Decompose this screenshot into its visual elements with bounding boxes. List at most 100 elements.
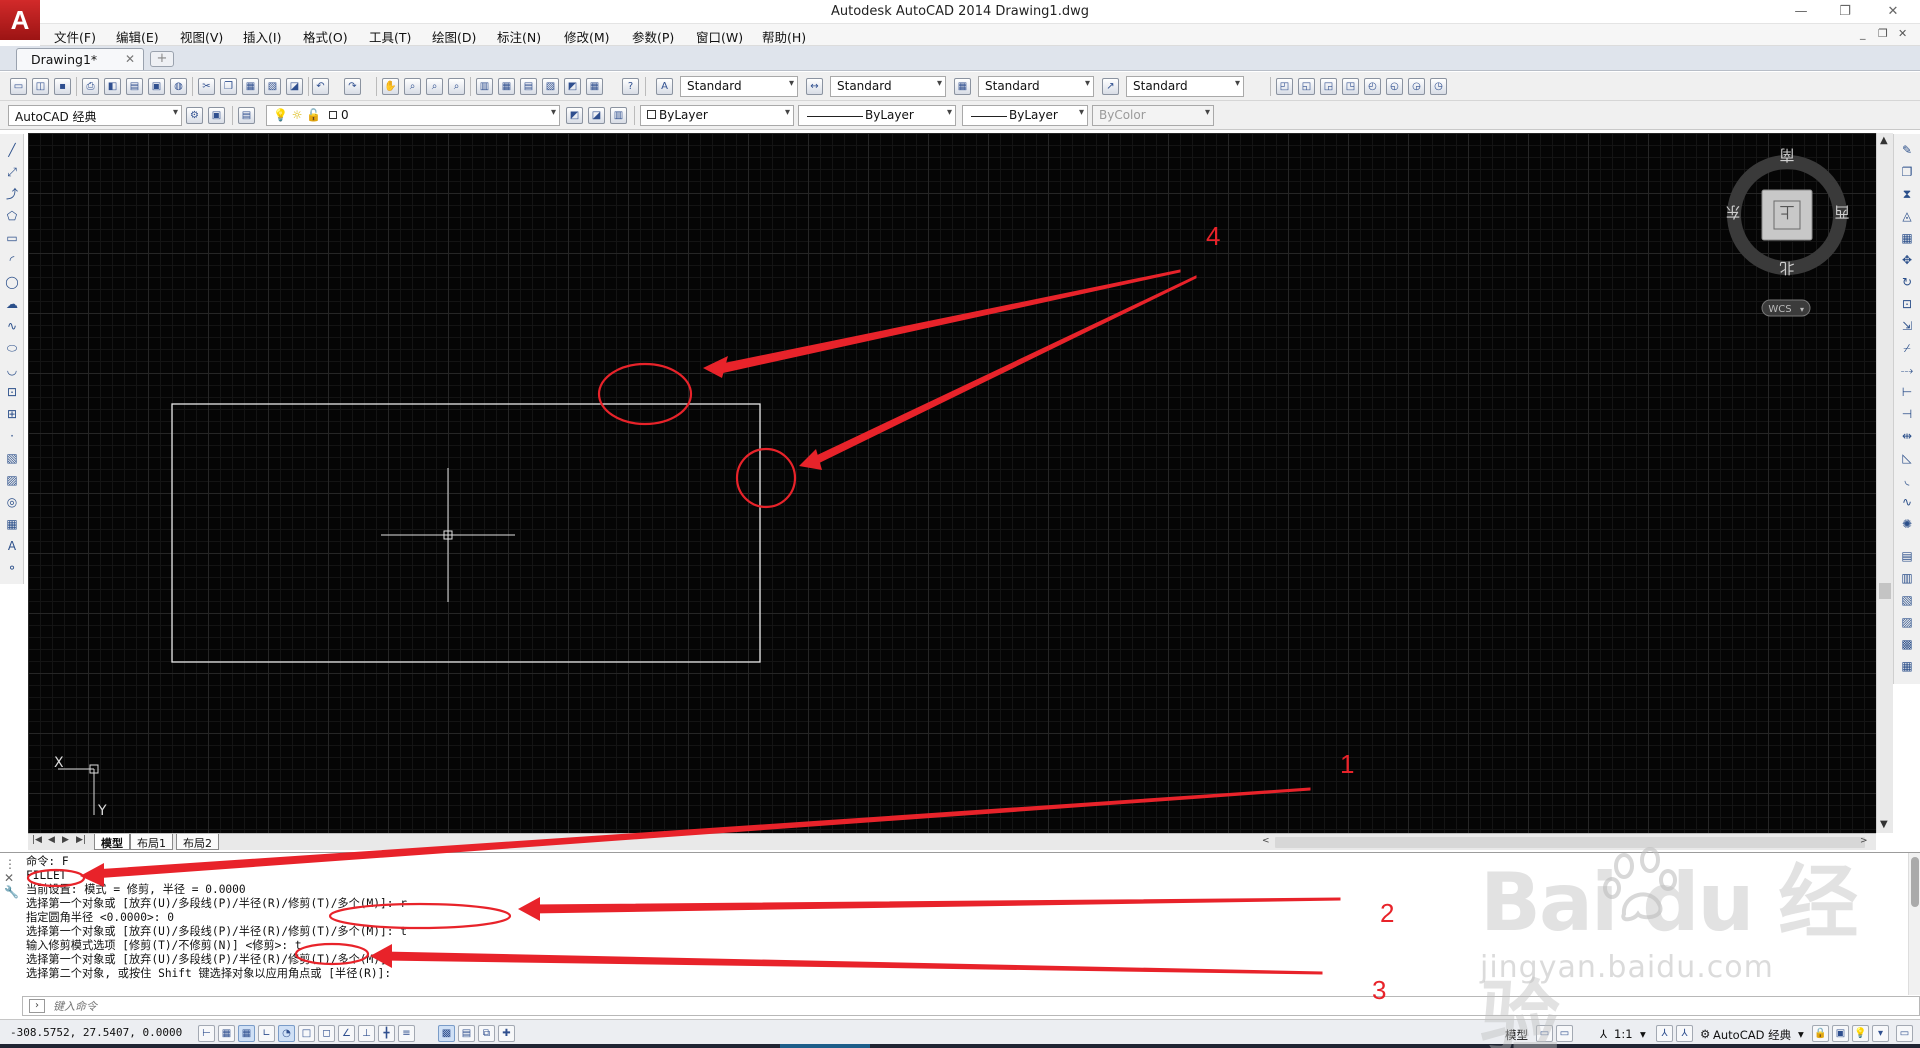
- redo-icon[interactable]: ↷: [344, 78, 361, 95]
- view-icon-7[interactable]: ◶: [1408, 78, 1425, 95]
- region-icon[interactable]: ◎: [4, 494, 20, 510]
- annotation-scale[interactable]: 1:1: [1614, 1027, 1633, 1041]
- menu-modify[interactable]: 修改(M): [564, 27, 610, 46]
- move-icon[interactable]: ✥: [1899, 252, 1915, 268]
- join-icon[interactable]: ⇹: [1899, 428, 1915, 444]
- last-layout-icon[interactable]: ▶|: [76, 835, 86, 845]
- menu-format[interactable]: 格式(O): [303, 27, 348, 46]
- infer-constraints-icon[interactable]: ⊢: [198, 1025, 215, 1042]
- command-input[interactable]: [53, 999, 653, 1014]
- new-icon[interactable]: ▭: [10, 78, 27, 95]
- copy-object-icon[interactable]: ❐: [1899, 164, 1915, 180]
- drawing-canvas[interactable]: [28, 133, 1876, 833]
- quickcalc-icon[interactable]: ▦: [586, 78, 603, 95]
- layer-select[interactable]: 💡 ☼ 🔓 0 ▾: [266, 105, 560, 126]
- make-block-icon[interactable]: ⊞: [4, 406, 20, 422]
- rectangle-icon[interactable]: ▭: [4, 230, 20, 246]
- ellipse-arc-icon[interactable]: ◡: [4, 362, 20, 378]
- lineweight-select[interactable]: ByLayer ▾: [962, 105, 1088, 126]
- tool-palettes-icon[interactable]: ▤: [520, 78, 537, 95]
- dynamic-ucs-icon[interactable]: ⊥: [358, 1025, 375, 1042]
- hscroll-left-icon[interactable]: <: [1262, 836, 1270, 846]
- block-editor-icon[interactable]: ◪: [286, 78, 303, 95]
- multileader-style-select[interactable]: Standard ▾: [1126, 76, 1244, 97]
- menu-help[interactable]: 帮助(H): [762, 27, 806, 46]
- view-icon-2[interactable]: ◱: [1298, 78, 1315, 95]
- markup-icon[interactable]: ◩: [564, 78, 581, 95]
- vertical-scrollbar[interactable]: ▲ ▼: [1876, 133, 1893, 833]
- workspace-switch-icon[interactable]: ⚙: [1700, 1027, 1710, 1041]
- save-icon[interactable]: ▪: [54, 78, 71, 95]
- isolate-objects-icon[interactable]: 💡: [1852, 1025, 1869, 1042]
- menu-view[interactable]: 视图(V): [180, 27, 223, 46]
- tab-layout2[interactable]: 布局2: [176, 834, 219, 850]
- design-center-panel-icon[interactable]: ▦: [498, 78, 515, 95]
- restore-button[interactable]: ❐: [1830, 2, 1860, 22]
- horizontal-scroll-thumb[interactable]: [1275, 837, 1865, 848]
- menu-parametric[interactable]: 参数(P): [632, 27, 674, 46]
- quick-view-drawings-icon[interactable]: ▭: [1556, 1025, 1573, 1042]
- add-selected-icon[interactable]: ⚬: [4, 560, 20, 576]
- zoom-previous-icon[interactable]: ⌕: [448, 78, 465, 95]
- spline-icon[interactable]: ∿: [4, 318, 20, 334]
- dim-style-icon[interactable]: ↔: [806, 78, 823, 95]
- selection-cycling-icon[interactable]: ⧉: [478, 1025, 495, 1042]
- point-icon[interactable]: ·: [4, 428, 20, 444]
- ortho-mode-icon[interactable]: ∟: [258, 1025, 275, 1042]
- annotation-monitor-icon[interactable]: ✚: [498, 1025, 515, 1042]
- send-under-icon[interactable]: ▩: [1899, 636, 1915, 652]
- break-at-point-icon[interactable]: ⊢: [1899, 384, 1915, 400]
- array-icon[interactable]: ▦: [1899, 230, 1915, 246]
- document-tab-drawing1[interactable]: Drawing1* ✕: [16, 48, 144, 70]
- quick-view-layouts-icon[interactable]: ▭: [1536, 1025, 1553, 1042]
- command-customize-icon[interactable]: ›: [29, 999, 45, 1013]
- menu-edit[interactable]: 编辑(E): [116, 27, 159, 46]
- object-snap-icon[interactable]: □: [298, 1025, 315, 1042]
- multiline-text-icon[interactable]: A: [4, 538, 20, 554]
- scroll-down-icon[interactable]: ▼: [1880, 819, 1888, 830]
- erase-icon[interactable]: ✎: [1899, 142, 1915, 158]
- bring-above-icon[interactable]: ▨: [1899, 614, 1915, 630]
- object-snap-tracking-icon[interactable]: ∠: [338, 1025, 355, 1042]
- command-window-grip[interactable]: ⋮ ✕ 🔧: [4, 857, 19, 899]
- workspace-switch[interactable]: AutoCAD 经典: [1713, 1027, 1791, 1043]
- print-preview-icon[interactable]: ◧: [104, 78, 121, 95]
- chevron-down-icon[interactable]: ▾: [1798, 1027, 1804, 1041]
- copy-icon[interactable]: ❐: [220, 78, 237, 95]
- doc-minimize-button[interactable]: _: [1860, 27, 1866, 40]
- extend-icon[interactable]: ⤏: [1899, 362, 1915, 378]
- lock-ui-icon[interactable]: 🔒: [1812, 1025, 1829, 1042]
- linetype-select[interactable]: ByLayer ▾: [798, 105, 956, 126]
- annotation-visibility-icon[interactable]: ⅄: [1656, 1025, 1673, 1042]
- zoom-window-icon[interactable]: ⌕: [426, 78, 443, 95]
- arc-icon[interactable]: ◜: [4, 252, 20, 268]
- auto-scale-icon[interactable]: ⅄: [1676, 1025, 1693, 1042]
- tab-layout1[interactable]: 布局1: [130, 834, 173, 850]
- hscroll-right-icon[interactable]: >: [1860, 836, 1868, 846]
- tab-model[interactable]: 模型: [94, 834, 130, 850]
- menu-dimension[interactable]: 标注(N): [497, 27, 541, 46]
- blend-curves-icon[interactable]: ∿: [1899, 494, 1915, 510]
- scale-icon[interactable]: ⊡: [1899, 296, 1915, 312]
- properties-icon[interactable]: ▥: [476, 78, 493, 95]
- polygon-icon[interactable]: ⬠: [4, 208, 20, 224]
- table-icon[interactable]: ▦: [4, 516, 20, 532]
- command-history-scrollbar[interactable]: [1908, 853, 1920, 995]
- break-icon[interactable]: ⊣: [1899, 406, 1915, 422]
- bring-to-front-icon[interactable]: ▥: [1899, 570, 1915, 586]
- annotation-scale-icon[interactable]: ⅄: [1600, 1027, 1607, 1041]
- chevron-down-icon[interactable]: ▾: [1640, 1027, 1646, 1041]
- view-icon-1[interactable]: ◰: [1276, 78, 1293, 95]
- vertical-scroll-thumb[interactable]: [1879, 583, 1891, 599]
- polar-tracking-icon[interactable]: ◔: [278, 1025, 295, 1042]
- color-select[interactable]: ByLayer ▾: [640, 105, 794, 126]
- undo-icon[interactable]: ↶: [312, 78, 329, 95]
- make-current-layer-icon[interactable]: ◩: [566, 107, 583, 124]
- scroll-up-icon[interactable]: ▲: [1880, 135, 1888, 146]
- menu-tools[interactable]: 工具(T): [369, 27, 411, 46]
- stretch-icon[interactable]: ⇲: [1899, 318, 1915, 334]
- fillet-icon[interactable]: ◟: [1899, 472, 1915, 488]
- next-layout-icon[interactable]: ▶: [62, 835, 69, 845]
- table-style-icon[interactable]: ▦: [954, 78, 971, 95]
- dynamic-input-icon[interactable]: ╋: [378, 1025, 395, 1042]
